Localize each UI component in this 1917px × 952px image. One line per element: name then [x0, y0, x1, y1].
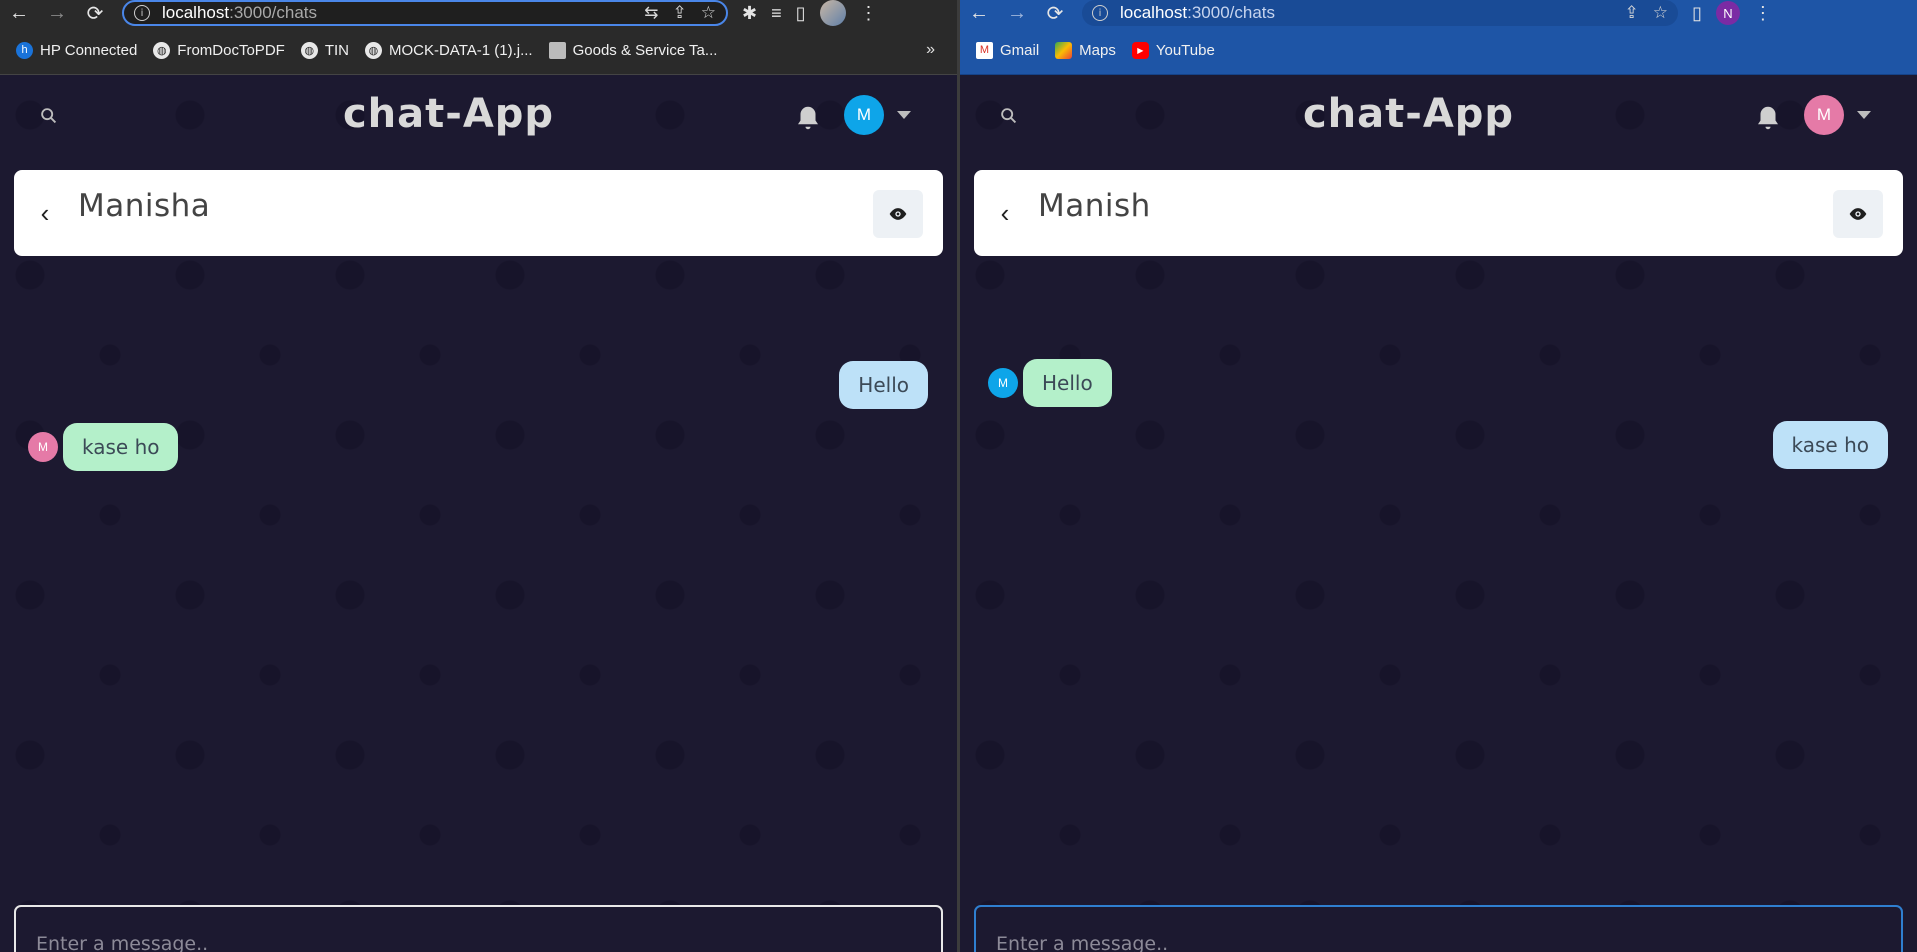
- chat-name: Manisha: [78, 188, 211, 224]
- page-icon: [548, 41, 566, 59]
- app-header: chat-App M: [0, 75, 957, 169]
- message-input[interactable]: [996, 933, 1881, 952]
- browser-toolbar: ← → ⟳ i localhost:3000/chats ⇪ ☆ ▯ N ⋮: [960, 0, 1917, 26]
- bookmark-label: TIN: [324, 41, 349, 59]
- back-arrow-icon[interactable]: ←: [960, 0, 998, 26]
- user-avatar[interactable]: M: [844, 95, 884, 135]
- url-text: localhost:3000/chats: [162, 3, 317, 23]
- globe-icon: ◍: [364, 41, 382, 59]
- share-icon[interactable]: ⇪: [673, 3, 687, 23]
- menu-kebab-icon[interactable]: ⋮: [1754, 3, 1772, 24]
- message-input-container: [14, 905, 943, 952]
- message-bubble: kase ho: [1772, 421, 1888, 469]
- chat-app: chat-App M ‹ Manish M Hello kase ho: [960, 75, 1917, 952]
- bookmark-mock-data[interactable]: ◍ MOCK-DATA-1 (1).j...: [364, 41, 533, 59]
- chat-name: Manish: [1038, 188, 1151, 224]
- reload-icon[interactable]: ⟳: [76, 0, 114, 26]
- url-host: localhost: [1120, 3, 1188, 22]
- forward-arrow-icon[interactable]: →: [998, 0, 1036, 26]
- browser-window-left: ← → ⟳ i localhost:3000/chats ⇆ ⇪ ☆ ✱ ≡ ▯…: [0, 0, 957, 952]
- bookmark-gmail[interactable]: M Gmail: [976, 41, 1040, 59]
- eye-icon: [889, 208, 907, 220]
- bookmark-label: Goods & Service Ta...: [572, 41, 718, 59]
- side-panel-icon[interactable]: ▯: [796, 3, 806, 24]
- notification-bell-icon[interactable]: [1753, 103, 1783, 133]
- notification-bell-icon[interactable]: [793, 103, 823, 133]
- message-bubble: Hello: [1023, 359, 1112, 407]
- url-text: localhost:3000/chats: [1120, 3, 1275, 23]
- message-row: kase ho: [974, 421, 1903, 469]
- profile-avatar[interactable]: N: [1715, 1, 1740, 25]
- bookmark-label: Maps: [1079, 41, 1116, 59]
- bookmark-fromdoctopdf[interactable]: ◍ FromDocToPDF: [153, 41, 285, 59]
- bookmark-star-icon[interactable]: ☆: [1653, 3, 1668, 23]
- address-bar[interactable]: i localhost:3000/chats ⇪ ☆: [1082, 0, 1678, 26]
- message-list: M Hello kase ho: [974, 270, 1903, 892]
- info-icon[interactable]: i: [1092, 5, 1108, 21]
- message-input[interactable]: [36, 933, 921, 952]
- reload-icon[interactable]: ⟳: [1036, 0, 1074, 26]
- bookmark-goods-service-tax[interactable]: Goods & Service Ta...: [548, 41, 718, 59]
- sender-avatar: M: [988, 368, 1018, 398]
- info-icon[interactable]: i: [134, 5, 150, 21]
- chevron-down-icon[interactable]: [897, 111, 911, 119]
- menu-kebab-icon[interactable]: ⋮: [860, 3, 878, 24]
- eye-icon: [1849, 208, 1867, 220]
- hp-icon: h: [16, 41, 33, 59]
- chat-header: ‹ Manisha: [14, 170, 943, 256]
- chevron-down-icon[interactable]: [1857, 111, 1871, 119]
- side-panel-icon[interactable]: ▯: [1692, 3, 1702, 24]
- message-list: Hello M kase ho: [14, 270, 943, 892]
- message-bubble: kase ho: [63, 423, 179, 471]
- chat-app: chat-App M ‹ Manisha Hello M kase ho: [0, 75, 957, 952]
- url-path: :3000/chats: [229, 3, 318, 22]
- bookmarks-overflow-button[interactable]: »: [926, 41, 935, 59]
- back-chevron-icon[interactable]: ‹: [990, 198, 1020, 228]
- message-row: M Hello: [974, 359, 1903, 407]
- sender-avatar: M: [28, 432, 58, 462]
- profile-avatar[interactable]: [819, 0, 846, 26]
- url-host: localhost: [162, 3, 230, 22]
- message-bubble: Hello: [839, 361, 928, 409]
- message-row: Hello: [14, 361, 943, 409]
- message-input-container: [974, 905, 1903, 952]
- browser-window-right: ← → ⟳ i localhost:3000/chats ⇪ ☆ ▯ N ⋮ M…: [960, 0, 1917, 952]
- url-path: :3000/chats: [1187, 3, 1276, 22]
- bookmark-hp-connected[interactable]: h HP Connected: [16, 41, 138, 59]
- forward-arrow-icon[interactable]: →: [38, 0, 76, 26]
- bookmarks-bar: h HP Connected ◍ FromDocToPDF ◍ TIN ◍ MOCK-D…: [0, 26, 957, 75]
- bookmark-label: YouTube: [1155, 41, 1215, 59]
- bookmark-label: MOCK-DATA-1 (1).j...: [388, 41, 533, 59]
- gmail-icon: M: [976, 41, 993, 59]
- view-profile-button[interactable]: [1833, 190, 1883, 238]
- bookmark-label: Gmail: [1000, 41, 1040, 59]
- back-arrow-icon[interactable]: ←: [0, 0, 38, 26]
- back-chevron-icon[interactable]: ‹: [30, 198, 60, 228]
- globe-icon: ◍: [153, 41, 171, 59]
- reading-list-icon[interactable]: ≡: [771, 3, 782, 24]
- bookmark-label: HP Connected: [40, 41, 138, 59]
- share-icon[interactable]: ⇪: [1625, 3, 1639, 23]
- translate-icon[interactable]: ⇆: [644, 3, 658, 23]
- globe-icon: ◍: [300, 41, 318, 59]
- message-row: M kase ho: [14, 423, 943, 471]
- extensions-icon[interactable]: ✱: [742, 3, 757, 24]
- chat-header: ‹ Manish: [974, 170, 1903, 256]
- maps-icon: [1055, 41, 1073, 59]
- bookmarks-bar: M Gmail Maps ▶ YouTube: [960, 26, 1917, 75]
- view-profile-button[interactable]: [873, 190, 923, 238]
- address-bar[interactable]: i localhost:3000/chats ⇆ ⇪ ☆: [122, 0, 728, 26]
- bookmark-label: FromDocToPDF: [177, 41, 285, 59]
- bookmark-tin[interactable]: ◍ TIN: [300, 41, 349, 59]
- app-header: chat-App M: [960, 75, 1917, 169]
- youtube-icon: ▶: [1131, 41, 1149, 59]
- bookmark-star-icon[interactable]: ☆: [701, 3, 716, 23]
- browser-toolbar: ← → ⟳ i localhost:3000/chats ⇆ ⇪ ☆ ✱ ≡ ▯…: [0, 0, 957, 26]
- bookmark-youtube[interactable]: ▶ YouTube: [1131, 41, 1215, 59]
- user-avatar[interactable]: M: [1804, 95, 1844, 135]
- bookmark-maps[interactable]: Maps: [1055, 41, 1116, 59]
